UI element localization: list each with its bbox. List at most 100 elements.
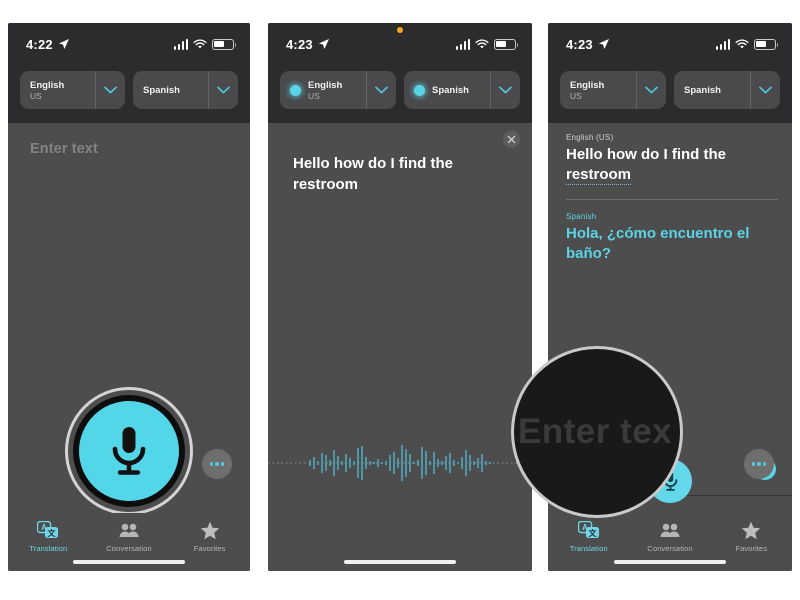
source-language-selector[interactable]: English US	[560, 71, 666, 109]
source-language-main[interactable]: English US	[560, 71, 636, 109]
svg-text:文: 文	[48, 528, 57, 538]
source-language-selector[interactable]: English US	[20, 71, 125, 109]
chevron-down-icon	[375, 86, 388, 94]
language-bar-1: English US Spanish	[8, 65, 250, 123]
source-language-chevron[interactable]	[636, 71, 666, 109]
enter-text-placeholder[interactable]: Enter text	[30, 141, 98, 157]
translation-body-1[interactable]: Enter text	[8, 123, 250, 571]
target-language-selector[interactable]: Spanish	[404, 71, 520, 109]
tab-translation-label: Translation	[569, 544, 608, 553]
translation-result-card: English (US) Hello how do I find the res…	[566, 133, 778, 264]
status-right-3	[715, 38, 779, 50]
translation-body-2: Hello how do I find the restroom	[268, 123, 532, 571]
people-icon	[118, 519, 140, 541]
cellular-signal-icon	[715, 38, 730, 50]
source-language-main[interactable]: English US	[280, 71, 366, 109]
status-bar-3: 4:23	[548, 23, 792, 65]
tab-favorites-label: Favorites	[193, 544, 226, 553]
star-icon	[741, 519, 761, 541]
result-source-plain: Hello how do I find the	[566, 146, 726, 163]
target-language-selector[interactable]: Spanish	[674, 71, 780, 109]
tab-conversation[interactable]: Conversation	[630, 519, 711, 553]
target-language-chevron[interactable]	[750, 71, 780, 109]
source-language-chevron[interactable]	[95, 71, 125, 109]
chevron-down-icon	[759, 86, 772, 94]
source-language-region: US	[308, 90, 320, 101]
source-language-chevron[interactable]	[366, 71, 396, 109]
cellular-signal-icon	[173, 38, 188, 50]
location-arrow-icon	[58, 39, 69, 49]
tab-favorites[interactable]: Favorites	[170, 519, 250, 553]
microphone-icon	[112, 427, 146, 475]
more-dot	[215, 462, 219, 466]
result-target-text: Hola, ¿cómo encuentro el baño?	[566, 225, 750, 262]
source-language-active-dot	[290, 84, 301, 96]
result-target-label: Spanish	[566, 212, 597, 221]
home-indicator	[73, 560, 185, 564]
source-language-text: English US	[30, 80, 64, 101]
target-language-main[interactable]: Spanish	[133, 71, 208, 109]
tab-favorites[interactable]: Favorites	[711, 519, 792, 553]
source-language-main[interactable]: English US	[20, 71, 95, 109]
target-language-chevron[interactable]	[208, 71, 238, 109]
target-language-active-dot	[414, 84, 425, 96]
more-options-button[interactable]	[202, 449, 232, 479]
more-dot	[221, 462, 225, 466]
status-right-1	[173, 38, 237, 50]
wifi-icon	[475, 38, 489, 48]
more-options-button[interactable]	[744, 449, 774, 479]
mic-button-large[interactable]	[65, 387, 193, 515]
chevron-down-icon	[217, 86, 230, 94]
source-language-text: English US	[570, 80, 604, 101]
tab-translation[interactable]: A 文 Translation	[8, 519, 88, 553]
battery-icon	[212, 38, 237, 50]
close-button[interactable]	[503, 131, 520, 148]
wifi-icon	[735, 38, 749, 48]
target-language-selector[interactable]: Spanish	[133, 71, 238, 109]
status-bar-2: 4:23	[268, 23, 532, 65]
target-language-name: Spanish	[684, 84, 721, 96]
cellular-signal-icon	[455, 38, 470, 50]
result-divider	[566, 199, 778, 200]
source-language-name: English	[308, 79, 343, 91]
recording-indicator-dot	[397, 27, 403, 33]
target-language-chevron[interactable]	[490, 71, 520, 109]
magnifier-callout: Enter tex	[511, 346, 683, 518]
target-language-main[interactable]: Spanish	[404, 71, 490, 109]
source-language-text: English US	[308, 80, 342, 101]
phone-screen-2: 4:23 English US Spanish Hello how do I f…	[268, 23, 532, 571]
tab-bar-2	[268, 513, 532, 571]
status-left-1: 4:22	[26, 37, 70, 52]
mic-button-inner-ring	[73, 395, 185, 507]
tab-conversation-label: Conversation	[106, 544, 152, 553]
chevron-down-icon	[104, 86, 117, 94]
more-dot	[209, 462, 213, 466]
target-language-text: Spanish	[432, 85, 469, 96]
status-time: 4:23	[286, 36, 313, 52]
svg-text:文: 文	[588, 528, 597, 538]
source-language-selector[interactable]: English US	[280, 71, 396, 109]
status-left-2: 4:23	[286, 37, 330, 52]
battery-icon	[494, 38, 519, 50]
target-language-text: Spanish	[143, 85, 180, 96]
tab-bar-1: A 文 Translation Conversation Favorites	[8, 513, 250, 571]
target-language-name: Spanish	[143, 84, 180, 96]
result-source-text: Hello how do I find the restroom	[566, 145, 778, 185]
people-icon	[659, 519, 681, 541]
target-language-main[interactable]: Spanish	[674, 71, 750, 109]
chevron-down-icon	[645, 86, 658, 94]
tab-translation[interactable]: A 文 Translation	[548, 519, 629, 553]
more-dot	[763, 462, 767, 466]
wifi-icon	[193, 38, 207, 48]
tab-conversation-label: Conversation	[647, 544, 693, 553]
phone-screen-1: 4:22 English US Spanish Enter text A 文 T…	[8, 23, 250, 571]
location-arrow-icon	[598, 39, 609, 49]
tab-translation-label: Translation	[29, 544, 68, 553]
audio-waveform	[268, 441, 532, 485]
tab-conversation[interactable]: Conversation	[89, 519, 169, 553]
location-arrow-icon	[318, 39, 329, 49]
tab-bar-3: A 文 Translation Conversation Favorites	[548, 513, 792, 571]
language-bar-2: English US Spanish	[268, 65, 532, 123]
result-source-underlined[interactable]: restroom	[566, 166, 632, 185]
source-language-region: US	[30, 90, 42, 101]
